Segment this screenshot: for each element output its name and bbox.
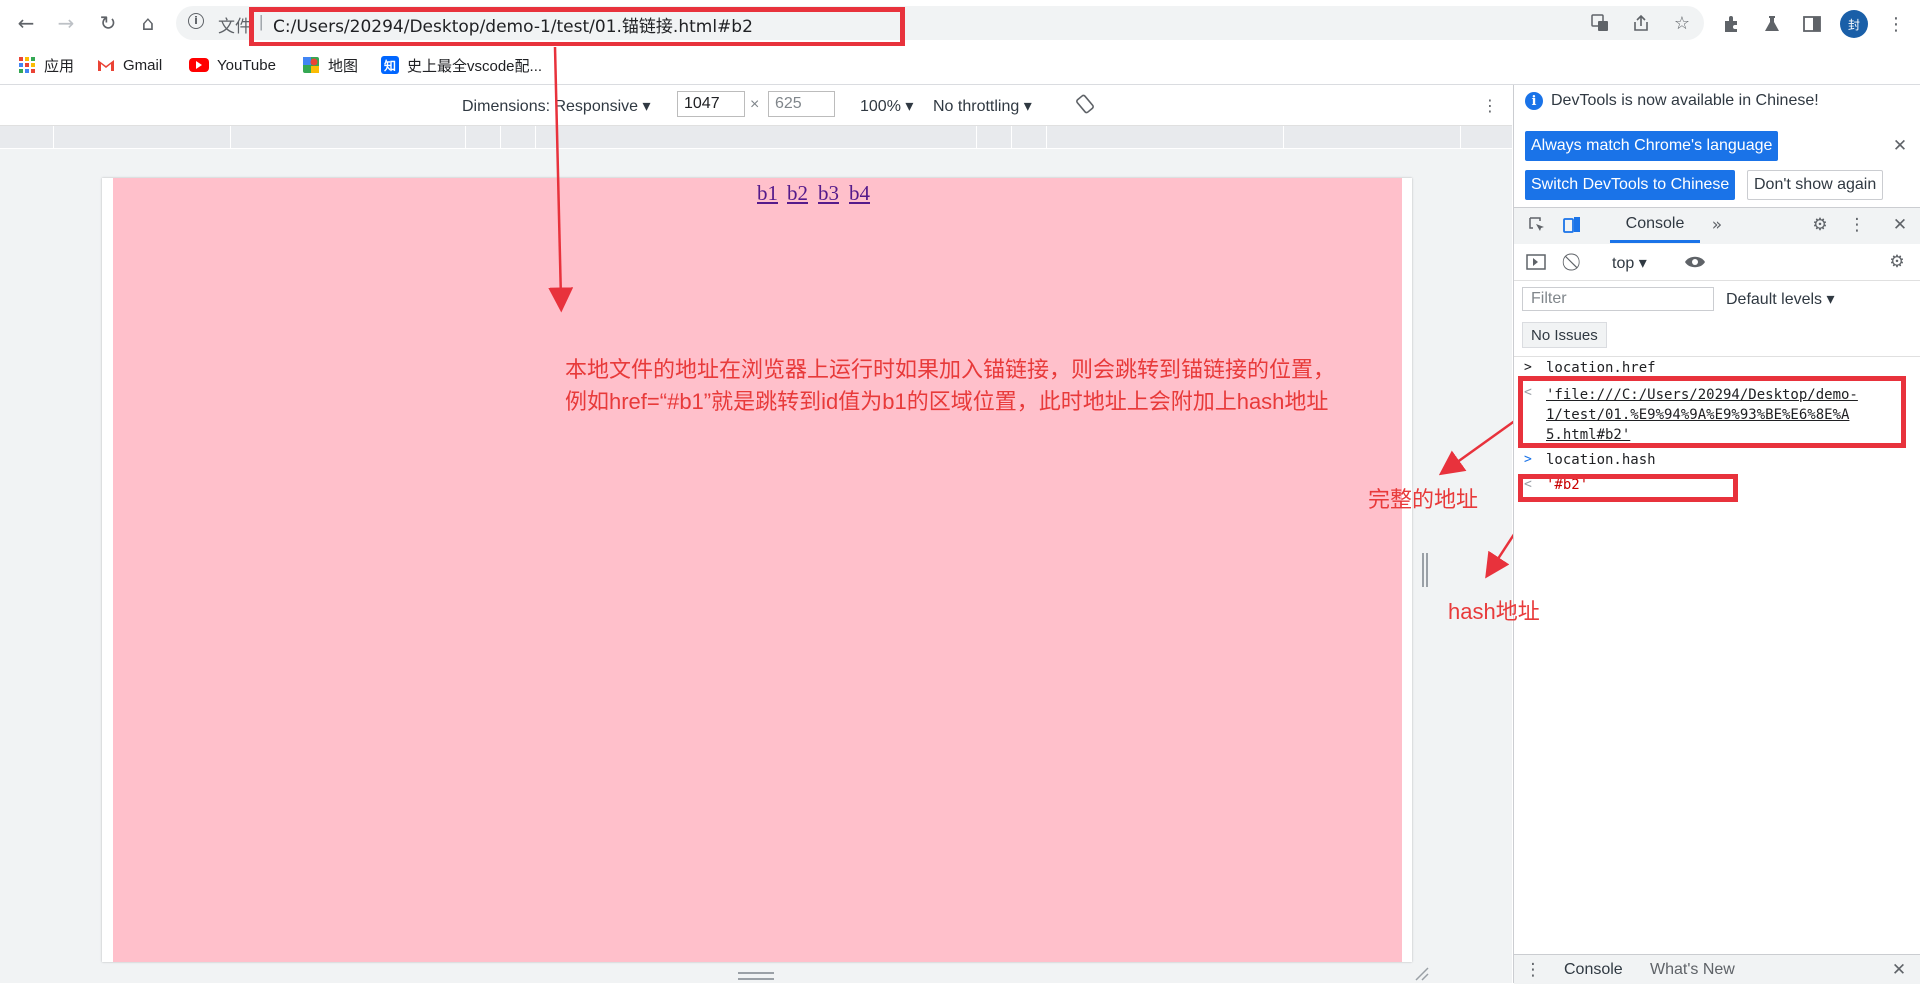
dropdown-caret-icon: ▾ xyxy=(1826,291,1835,308)
sidebar-toggle-icon[interactable] xyxy=(1525,251,1547,273)
prompt-arrow-icon: > xyxy=(1524,452,1532,467)
arrow-href-to-label xyxy=(1438,418,1517,476)
href-highlight-box xyxy=(1518,376,1906,448)
switch-to-chinese-button[interactable]: Switch DevTools to Chinese xyxy=(1525,170,1736,200)
annotation-line-2: 例如href=“#b1”就是跳转到id值为b1的区域位置，此时地址上会附加上ha… xyxy=(565,389,1329,414)
dropdown-caret-icon: ▾ xyxy=(1638,255,1647,272)
live-expression-eye-icon[interactable] xyxy=(1684,251,1706,273)
drawer-menu-icon[interactable]: ⋮ xyxy=(1522,959,1544,981)
more-tabs-icon[interactable]: » xyxy=(1706,214,1728,236)
context-selector[interactable]: top ▾ xyxy=(1612,253,1647,273)
drawer-tab-console[interactable]: Console xyxy=(1564,961,1623,979)
console-command: location.hash xyxy=(1546,452,1656,468)
close-devtools-icon[interactable]: ✕ xyxy=(1889,214,1911,236)
annotation-line-1: 本地文件的地址在浏览器上运行时如果加入锚链接，则会跳转到锚链接的位置， xyxy=(565,357,1336,382)
dont-show-again-button[interactable]: Don't show again xyxy=(1747,170,1884,200)
context-label: top xyxy=(1612,255,1635,272)
devtools-drawer: ⋮ Console What's New ✕ xyxy=(1514,954,1920,984)
log-levels-dropdown[interactable]: Default levels ▾ xyxy=(1726,289,1835,309)
arrow-url-to-note xyxy=(548,46,574,313)
clear-console-icon[interactable]: ⃠ xyxy=(1564,251,1586,273)
hash-address-label: hash地址 xyxy=(1448,599,1540,624)
console-settings-gear-icon[interactable]: ⚙ xyxy=(1886,251,1908,273)
always-match-language-button[interactable]: Always match Chrome's language xyxy=(1525,131,1779,161)
console-command: location.href xyxy=(1546,360,1656,376)
levels-label: Default levels xyxy=(1726,291,1823,308)
console-filter-input[interactable]: Filter xyxy=(1522,287,1714,311)
settings-gear-icon[interactable]: ⚙ xyxy=(1809,214,1831,236)
issues-button[interactable]: No Issues xyxy=(1522,322,1607,348)
close-drawer-icon[interactable]: ✕ xyxy=(1888,959,1910,981)
close-notice-icon[interactable]: ✕ xyxy=(1889,135,1911,157)
info-icon: i xyxy=(1525,92,1543,110)
full-address-label: 完整的地址 xyxy=(1368,487,1479,512)
devtools-menu-icon[interactable]: ⋮ xyxy=(1846,214,1868,236)
console-input-line: > location.hash xyxy=(1514,452,1920,472)
hash-highlight-box xyxy=(1518,474,1738,502)
drawer-tab-whats-new[interactable]: What's New xyxy=(1650,961,1735,979)
device-toggle-icon[interactable] xyxy=(1561,214,1583,236)
prompt-arrow-icon: > xyxy=(1524,360,1532,375)
devtools-language-notice: i DevTools is now available in Chinese! xyxy=(1525,92,1819,110)
notice-text: DevTools is now available in Chinese! xyxy=(1551,92,1819,109)
inspect-element-icon[interactable] xyxy=(1526,214,1548,236)
tab-console[interactable]: Console xyxy=(1610,207,1700,243)
